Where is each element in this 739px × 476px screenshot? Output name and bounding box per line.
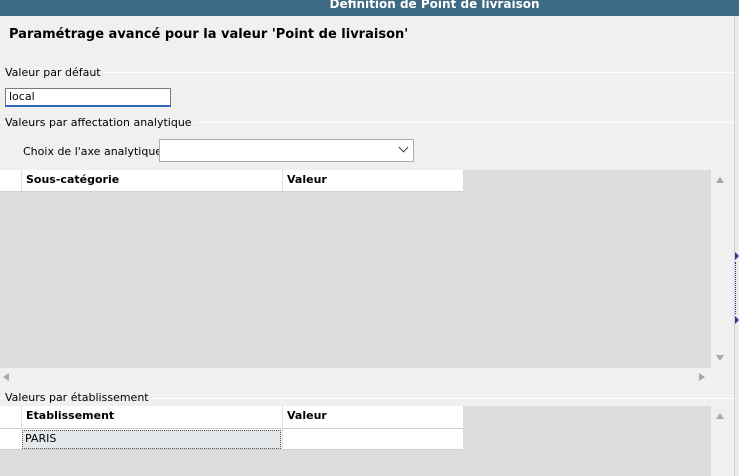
default-value-input[interactable]: local — [5, 88, 171, 107]
analytic-grid-header: Sous-catégorie Valeur — [0, 170, 463, 192]
window-title: Définition de Point de livraison — [329, 0, 540, 11]
group-label-establishment: Valeurs par établissement — [5, 391, 153, 404]
row-indicator-header — [0, 170, 21, 191]
splitter-edge[interactable] — [734, 16, 739, 476]
axis-label: Choix de l'axe analytique : — [23, 145, 170, 158]
column-header-value[interactable]: Valeur — [282, 406, 463, 428]
value-cell[interactable] — [282, 429, 463, 450]
establishment-grid-header: Etablissement Valeur — [0, 406, 463, 429]
column-header-value[interactable]: Valeur — [282, 170, 463, 191]
scroll-right-icon[interactable] — [699, 373, 705, 381]
column-header-establishment[interactable]: Etablissement — [21, 406, 282, 428]
group-divider — [0, 72, 734, 73]
table-row[interactable]: PARIS — [0, 429, 463, 450]
column-header-subcategory[interactable]: Sous-catégorie — [21, 170, 282, 191]
group-label-analytic: Valeurs par affectation analytique — [5, 116, 196, 129]
splitter-grip[interactable] — [735, 262, 737, 314]
group-label-default: Valeur par défaut — [5, 66, 105, 79]
row-indicator-header — [0, 406, 21, 428]
axis-select[interactable] — [159, 139, 414, 162]
splitter-arrow-icon[interactable] — [735, 252, 739, 260]
page-title: Paramétrage avancé pour la valeur 'Point… — [9, 27, 409, 42]
scroll-down-icon[interactable] — [716, 355, 724, 361]
scroll-left-icon[interactable] — [3, 373, 9, 381]
analytic-grid[interactable] — [0, 170, 711, 368]
scroll-up-icon[interactable] — [716, 413, 724, 419]
chevron-down-icon — [398, 142, 409, 153]
dialog-header: Paramétrage avancé pour la valeur 'Point… — [0, 16, 734, 56]
window-titlebar: Définition de Point de livraison — [0, 0, 739, 16]
establishment-cell[interactable]: PARIS — [22, 430, 281, 449]
splitter-arrow-icon[interactable] — [735, 316, 739, 324]
analytic-horizontal-scrollbar[interactable] — [0, 368, 711, 386]
scroll-up-icon[interactable] — [716, 177, 724, 183]
analytic-vertical-scrollbar[interactable] — [711, 170, 729, 368]
establishment-vertical-scrollbar[interactable] — [711, 406, 729, 476]
